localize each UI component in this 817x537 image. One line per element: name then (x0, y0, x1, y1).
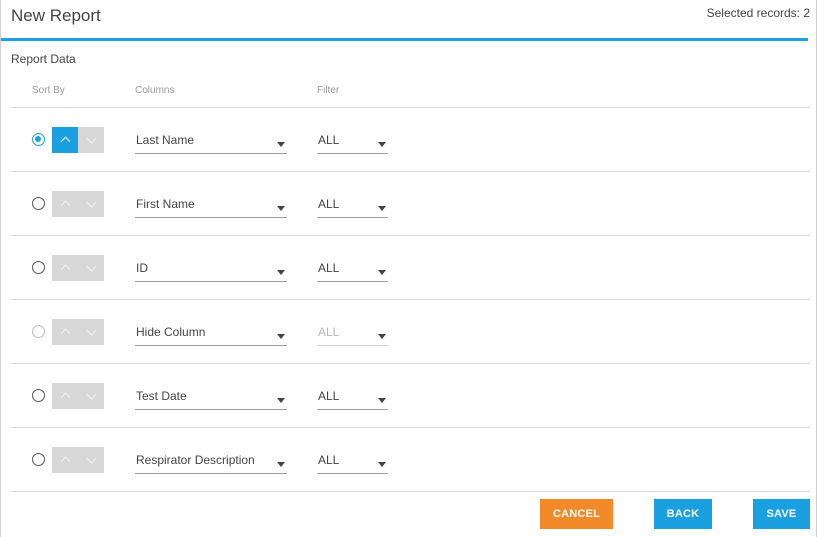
sort-descending-button[interactable] (78, 447, 104, 473)
column-select[interactable]: Test Date (135, 383, 287, 410)
chevron-down-icon (86, 325, 96, 336)
caret-down-icon (277, 270, 285, 275)
filter-select-value: ALL (318, 133, 340, 147)
chevron-up-icon (60, 328, 70, 339)
chevron-up-icon (60, 136, 70, 147)
column-select[interactable]: Last Name (135, 127, 287, 154)
sort-ascending-button[interactable] (52, 255, 78, 281)
caret-down-icon (277, 462, 285, 467)
chevron-down-icon (86, 133, 96, 144)
filter-select-value: ALL (318, 197, 340, 211)
table-row: ID ALL (1, 251, 817, 291)
column-select-value: ID (136, 261, 148, 275)
sort-ascending-button[interactable] (52, 127, 78, 153)
table-row: Hide Column ALL (1, 315, 817, 355)
save-button[interactable]: SAVE (753, 499, 810, 529)
row-divider (11, 235, 810, 236)
caret-down-icon (378, 206, 386, 211)
sort-radio[interactable] (32, 325, 45, 338)
filter-header: Filter (317, 85, 340, 96)
sort-ascending-button[interactable] (52, 319, 78, 345)
filter-select[interactable]: ALL (317, 255, 388, 282)
sort-descending-button[interactable] (78, 127, 104, 153)
caret-down-icon (378, 462, 386, 467)
filter-select[interactable]: ALL (317, 319, 388, 346)
column-select[interactable]: ID (135, 255, 287, 282)
table-row: Respirator Description ALL (1, 443, 817, 483)
caret-down-icon (277, 206, 285, 211)
sort-radio[interactable] (32, 389, 45, 402)
sort-descending-button[interactable] (78, 255, 104, 281)
new-report-dialog: New Report Selected records: 2 Report Da… (0, 0, 817, 537)
column-select-value: Hide Column (136, 325, 206, 339)
filter-select-value: ALL (318, 325, 340, 339)
column-select[interactable]: First Name (135, 191, 287, 218)
table-row: Test Date ALL (1, 379, 817, 419)
dialog-header: New Report Selected records: 2 (1, 0, 816, 38)
sort-ascending-button[interactable] (52, 383, 78, 409)
sort-radio[interactable] (32, 197, 45, 210)
row-divider (11, 299, 810, 300)
filter-select-value: ALL (318, 261, 340, 275)
row-divider (11, 171, 810, 172)
sort-ascending-button[interactable] (52, 447, 78, 473)
caret-down-icon (378, 142, 386, 147)
chevron-up-icon (60, 392, 70, 403)
column-select[interactable]: Hide Column (135, 319, 287, 346)
column-select-value: Respirator Description (136, 453, 255, 467)
sort-descending-button[interactable] (78, 319, 104, 345)
section-label: Report Data (11, 52, 76, 66)
sort-radio[interactable] (32, 133, 45, 146)
row-divider (11, 491, 810, 492)
caret-down-icon (277, 398, 285, 403)
sort-by-header: Sort By (32, 85, 65, 96)
chevron-down-icon (86, 453, 96, 464)
header-divider (1, 38, 808, 41)
sort-descending-button[interactable] (78, 191, 104, 217)
column-select-value: Test Date (136, 389, 187, 403)
filter-select[interactable]: ALL (317, 447, 388, 474)
caret-down-icon (277, 334, 285, 339)
caret-down-icon (378, 270, 386, 275)
filter-select[interactable]: ALL (317, 191, 388, 218)
chevron-down-icon (86, 389, 96, 400)
chevron-up-icon (60, 456, 70, 467)
sort-radio[interactable] (32, 261, 45, 274)
caret-down-icon (378, 398, 386, 403)
sort-descending-button[interactable] (78, 383, 104, 409)
caret-down-icon (378, 334, 386, 339)
chevron-down-icon (86, 261, 96, 272)
filter-select[interactable]: ALL (317, 383, 388, 410)
table-row: Last Name ALL (1, 123, 817, 163)
dialog-title: New Report (11, 6, 101, 25)
row-divider (11, 107, 810, 108)
chevron-up-icon (60, 264, 70, 275)
chevron-up-icon (60, 200, 70, 211)
filter-select[interactable]: ALL (317, 127, 388, 154)
columns-header: Columns (135, 85, 175, 96)
filter-select-value: ALL (318, 453, 340, 467)
column-select[interactable]: Respirator Description (135, 447, 287, 474)
sort-radio[interactable] (32, 453, 45, 466)
row-divider (11, 363, 810, 364)
chevron-down-icon (86, 197, 96, 208)
filter-select-value: ALL (318, 389, 340, 403)
sort-ascending-button[interactable] (52, 191, 78, 217)
column-select-value: First Name (136, 197, 195, 211)
selected-records-count: Selected records: 2 (706, 6, 810, 20)
cancel-button[interactable]: CANCEL (540, 499, 613, 529)
back-button[interactable]: BACK (654, 499, 712, 529)
caret-down-icon (277, 142, 285, 147)
row-divider (11, 427, 810, 428)
table-row: First Name ALL (1, 187, 817, 227)
column-select-value: Last Name (136, 133, 195, 147)
